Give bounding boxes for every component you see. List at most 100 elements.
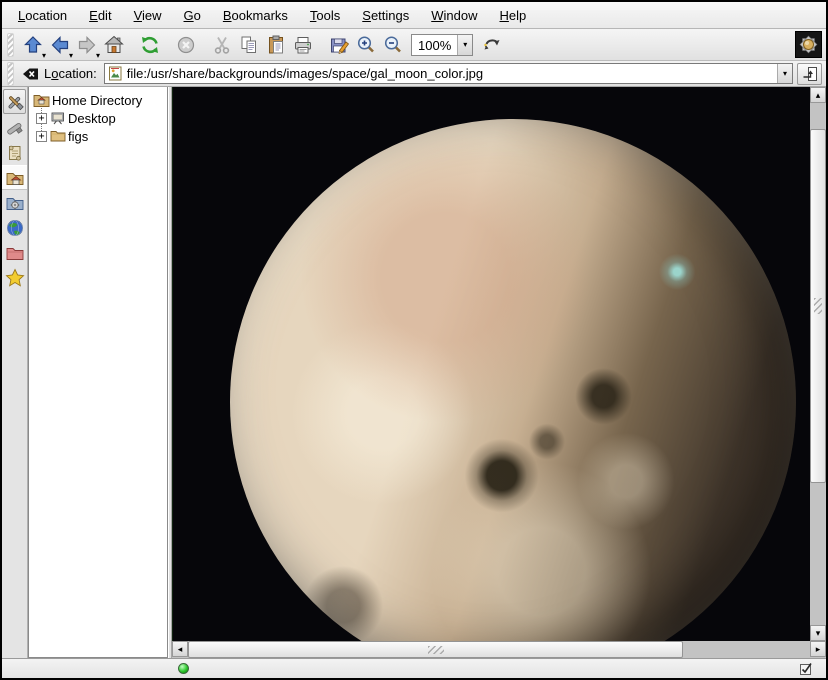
status-led-icon <box>178 663 189 674</box>
tree-item-home-directory[interactable]: Home Directory <box>29 91 167 109</box>
thumb-grip <box>428 646 444 654</box>
print-button[interactable] <box>289 31 316 58</box>
image-viewport <box>172 87 810 641</box>
save-as-button[interactable] <box>325 31 352 58</box>
stop-button[interactable] <box>172 31 199 58</box>
location-label: Location: <box>44 66 97 81</box>
sidebar-tabstrip <box>2 87 28 658</box>
scroll-down-button[interactable]: ▾ <box>810 625 826 641</box>
kde-gear-logo-icon <box>795 31 822 58</box>
services-folder-icon <box>5 193 25 213</box>
zoom-combobox[interactable]: 100% ▾ <box>411 34 473 56</box>
tree-item-figs[interactable]: + figs <box>29 127 167 145</box>
rotate-icon <box>481 34 503 56</box>
zoom-in-icon <box>355 34 377 56</box>
horizontal-scroll-thumb[interactable] <box>188 641 683 658</box>
checkbox-check-icon <box>799 662 813 676</box>
folder-tree-panel: Home Directory + Desktop + <box>28 87 168 658</box>
floppy-pencil-icon <box>328 34 350 56</box>
tree-expander-plus[interactable]: + <box>36 113 47 124</box>
forward-arrow-icon <box>76 34 98 56</box>
home-button[interactable] <box>100 31 127 58</box>
tree-item-label: Desktop <box>66 111 116 126</box>
scroll-left-button[interactable]: ◂ <box>172 641 188 657</box>
clear-location-button[interactable] <box>19 63 41 85</box>
vertical-track[interactable] <box>810 483 826 625</box>
horizontal-scrollbar: ◂ ▸ <box>172 641 826 658</box>
menu-view[interactable]: View <box>123 8 173 23</box>
tree-expander-plus[interactable]: + <box>36 131 47 142</box>
copy-button[interactable] <box>235 31 262 58</box>
up-button[interactable]: ▾ <box>19 31 46 58</box>
back-button[interactable]: ▾ <box>46 31 73 58</box>
stop-icon <box>175 34 197 56</box>
horizontal-track[interactable] <box>683 641 810 658</box>
scroll-up-button[interactable]: ▴ <box>810 87 826 103</box>
sidebar-tab-services[interactable] <box>2 190 27 215</box>
location-combo-arrow[interactable]: ▾ <box>777 64 792 83</box>
active-view-indicator[interactable] <box>799 662 813 676</box>
vertical-track[interactable] <box>810 103 826 129</box>
menu-location[interactable]: Location <box>7 8 78 23</box>
sidebar-tab-network[interactable] <box>2 215 27 240</box>
moon-image <box>230 119 796 641</box>
paste-button[interactable] <box>262 31 289 58</box>
go-icon <box>802 66 818 82</box>
zoom-in-button[interactable] <box>352 31 379 58</box>
network-globe-icon <box>5 218 25 238</box>
tree-item-desktop[interactable]: + Desktop <box>29 109 167 127</box>
vertical-scroll-thumb[interactable] <box>810 129 826 483</box>
menu-window[interactable]: Window <box>420 8 488 23</box>
scissors-icon <box>211 34 233 56</box>
thumb-grip <box>814 298 822 314</box>
menu-settings[interactable]: Settings <box>351 8 420 23</box>
up-arrow-icon <box>22 34 44 56</box>
sidebar-configure-button[interactable] <box>3 89 26 114</box>
view-column: ▴ ▾ ◂ ▸ <box>172 87 826 658</box>
sidebar-tab-home-folder[interactable] <box>2 165 27 190</box>
paste-icon <box>265 34 287 56</box>
sidebar-tab-root-folder[interactable] <box>2 240 27 265</box>
gray-tool-icon <box>5 118 25 138</box>
rotate-button[interactable] <box>478 31 505 58</box>
sidebar-tab-bookmarks[interactable] <box>2 265 27 290</box>
konqueror-window: Location Edit View Go Bookmarks Tools Se… <box>0 0 828 680</box>
toolbar-drag-handle[interactable] <box>7 33 14 57</box>
scroll-right-button[interactable]: ▸ <box>810 641 826 657</box>
location-toolbar: Location: ▾ <box>2 61 826 87</box>
clear-location-icon <box>21 66 39 82</box>
go-button[interactable] <box>797 63 822 85</box>
reload-icon <box>139 34 161 56</box>
menu-help[interactable]: Help <box>489 8 538 23</box>
menu-edit[interactable]: Edit <box>78 8 122 23</box>
vertical-scrollbar: ▴ ▾ <box>810 87 826 641</box>
locationbar-drag-handle[interactable] <box>7 62 14 86</box>
menu-tools[interactable]: Tools <box>299 8 351 23</box>
tree-item-label: figs <box>66 129 88 144</box>
sidebar-tab-tool[interactable] <box>2 115 27 140</box>
tools-icon <box>5 92 25 112</box>
home-icon <box>103 34 125 56</box>
menu-bookmarks[interactable]: Bookmarks <box>212 8 299 23</box>
forward-button[interactable]: ▾ <box>73 31 100 58</box>
zoom-out-icon <box>382 34 404 56</box>
tree-item-label: Home Directory <box>50 93 142 108</box>
main-toolbar: ▾ ▾ ▾ <box>2 29 826 61</box>
location-input[interactable] <box>125 64 777 83</box>
reload-button[interactable] <box>136 31 163 58</box>
printer-icon <box>292 34 314 56</box>
back-arrow-icon <box>49 34 71 56</box>
history-scroll-icon <box>5 143 25 163</box>
sidebar-tab-history[interactable] <box>2 140 27 165</box>
menu-go[interactable]: Go <box>173 8 212 23</box>
zoom-combo-arrow[interactable]: ▾ <box>457 35 472 55</box>
root-folder-icon <box>5 243 25 263</box>
menubar: Location Edit View Go Bookmarks Tools Se… <box>2 2 826 29</box>
zoom-out-button[interactable] <box>379 31 406 58</box>
copy-icon <box>238 34 260 56</box>
folder-icon <box>49 129 66 143</box>
home-folder-icon <box>5 168 25 188</box>
location-combobox: ▾ <box>104 63 793 84</box>
cut-button[interactable] <box>208 31 235 58</box>
main-area: Home Directory + Desktop + <box>2 87 826 658</box>
